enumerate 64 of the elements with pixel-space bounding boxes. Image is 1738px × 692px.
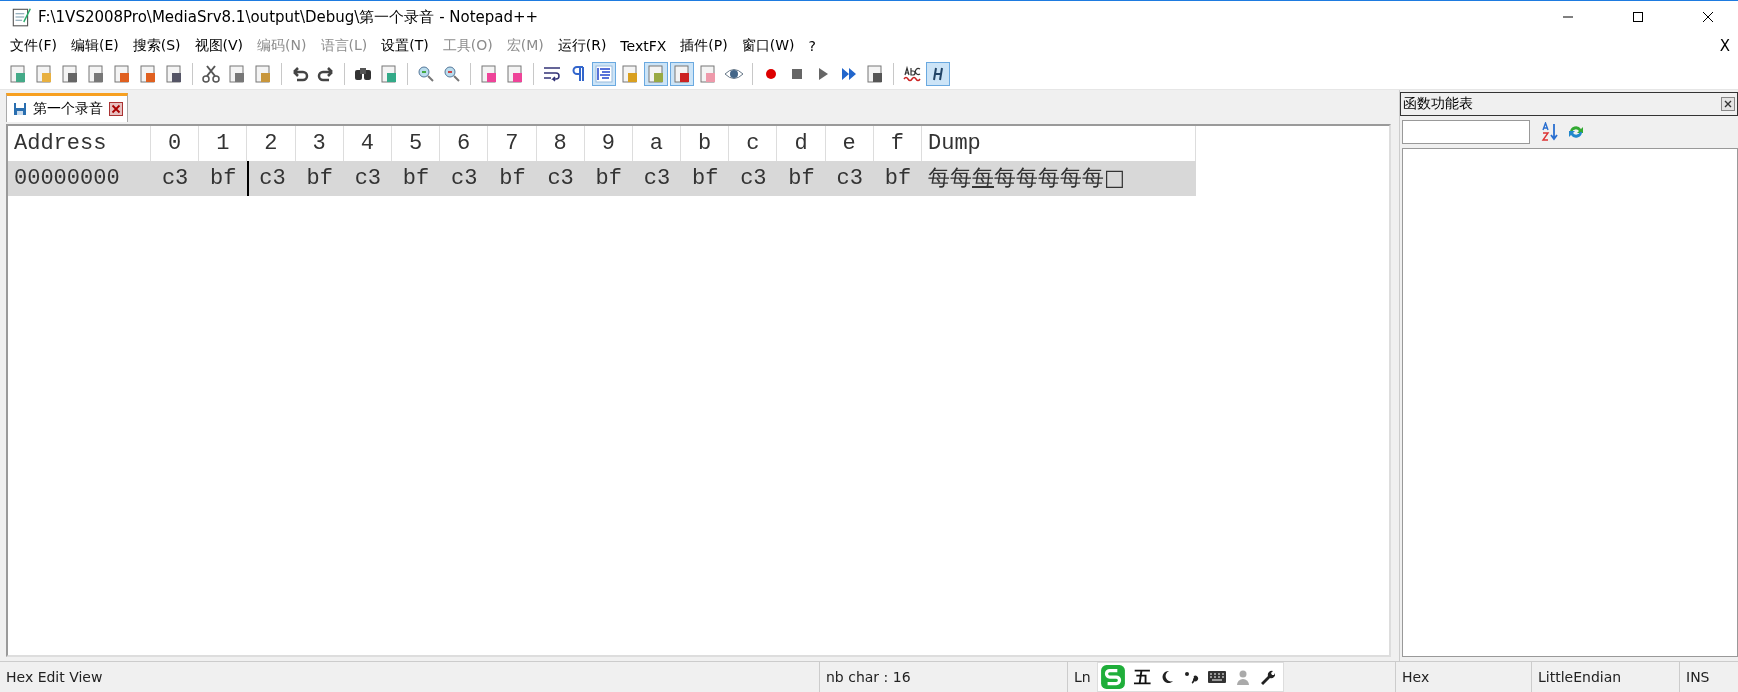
window-title: F:\1VS2008Pro\MediaSrv8.1\output\Debug\第一个录音 - Notepad++ <box>38 7 539 27</box>
dump-char: 每 <box>1060 166 1082 191</box>
undo-icon <box>290 64 310 84</box>
byte-cell[interactable]: c3 <box>536 161 585 196</box>
menu-item[interactable]: 设置(T) <box>381 37 429 55</box>
byte-cell[interactable]: c3 <box>151 161 200 196</box>
menu-item[interactable]: 文件(F) <box>10 37 57 55</box>
indent-guide-icon <box>594 64 614 84</box>
dump-char: □ <box>1104 166 1125 191</box>
notepad-icon <box>10 6 32 28</box>
byte-cell[interactable]: c3 <box>247 161 296 196</box>
byte-cell[interactable]: bf <box>873 161 922 196</box>
byte-cell[interactable]: bf <box>199 161 248 196</box>
spell-check-icon <box>902 64 922 84</box>
status-text: LittleEndian <box>1532 662 1680 692</box>
dump-char: 每 <box>928 166 950 191</box>
hex-editor[interactable]: Address 0 1 2 3 4 5 6 7 8 9 a b c d e f Dump 00000000 c3 bf c3 bf c3 bf c3 bf c3 bf c3 bf c3 bf c3 bf 每每每每每每每每□ <box>6 124 1391 657</box>
status-text: Hex <box>1396 662 1532 692</box>
menu-item[interactable]: 编辑(E) <box>71 37 119 55</box>
close-document-button[interactable]: X <box>1719 37 1730 55</box>
keyboard-icon[interactable] <box>1206 669 1227 685</box>
dump-char: 每 <box>1016 166 1038 191</box>
status-text: INS <box>1685 668 1711 687</box>
toolbar-button[interactable] <box>926 62 950 86</box>
menu-item[interactable]: 视图(V) <box>194 37 244 55</box>
byte-cell[interactable]: c3 <box>343 161 392 196</box>
input-mode-text[interactable]: 五 <box>1133 665 1151 689</box>
dump-char: 每 <box>1038 166 1060 191</box>
byte-cell[interactable]: c3 <box>729 161 778 196</box>
menu-item[interactable]: 插件(P) <box>680 37 728 55</box>
address-cell-text: 00000000 <box>13 165 121 193</box>
redo-icon <box>316 64 336 84</box>
status-text: Hex Edit View <box>0 662 820 692</box>
zoom-out-icon <box>442 64 462 84</box>
menu-item[interactable]: 窗口(W) <box>741 37 795 55</box>
status-text: Ln <box>1074 669 1091 685</box>
menu-item[interactable]: ? <box>808 38 816 54</box>
search-field[interactable] <box>1402 120 1530 144</box>
scissors-icon <box>201 64 221 84</box>
sort-icon[interactable] <box>1540 122 1560 142</box>
byte-cell[interactable]: bf <box>295 161 344 196</box>
dump-char: 每 <box>972 166 994 191</box>
byte-cell[interactable]: bf <box>777 161 826 196</box>
dump-char: 每 <box>994 166 1016 191</box>
byte-cell[interactable]: bf <box>488 161 537 196</box>
word-wrap-icon <box>542 64 562 84</box>
byte-cell[interactable]: bf <box>681 161 730 196</box>
menu-item[interactable]: TextFX <box>620 38 667 54</box>
byte-cell[interactable]: c3 <box>825 161 874 196</box>
dump-char: 每 <box>950 166 972 191</box>
menu-item[interactable]: 运行(R) <box>557 37 607 55</box>
document-tab[interactable]: 第一个录音 <box>6 93 128 122</box>
menu-item[interactable]: 搜索(S) <box>132 37 181 55</box>
dump-char: 每 <box>1082 166 1104 191</box>
byte-cell[interactable]: c3 <box>440 161 489 196</box>
panel-title: 函数功能表 <box>1403 95 1473 113</box>
punctuation-icon[interactable] <box>1182 669 1199 685</box>
byte-cell[interactable]: bf <box>584 161 633 196</box>
zoom-in-icon <box>416 64 436 84</box>
byte-cell[interactable]: c3 <box>632 161 682 196</box>
s-logo-icon[interactable] <box>1099 664 1126 690</box>
byte-cell[interactable]: bf <box>391 161 441 196</box>
status-text: nb char : 16 <box>820 662 1068 692</box>
close-icon[interactable] <box>1721 97 1735 111</box>
